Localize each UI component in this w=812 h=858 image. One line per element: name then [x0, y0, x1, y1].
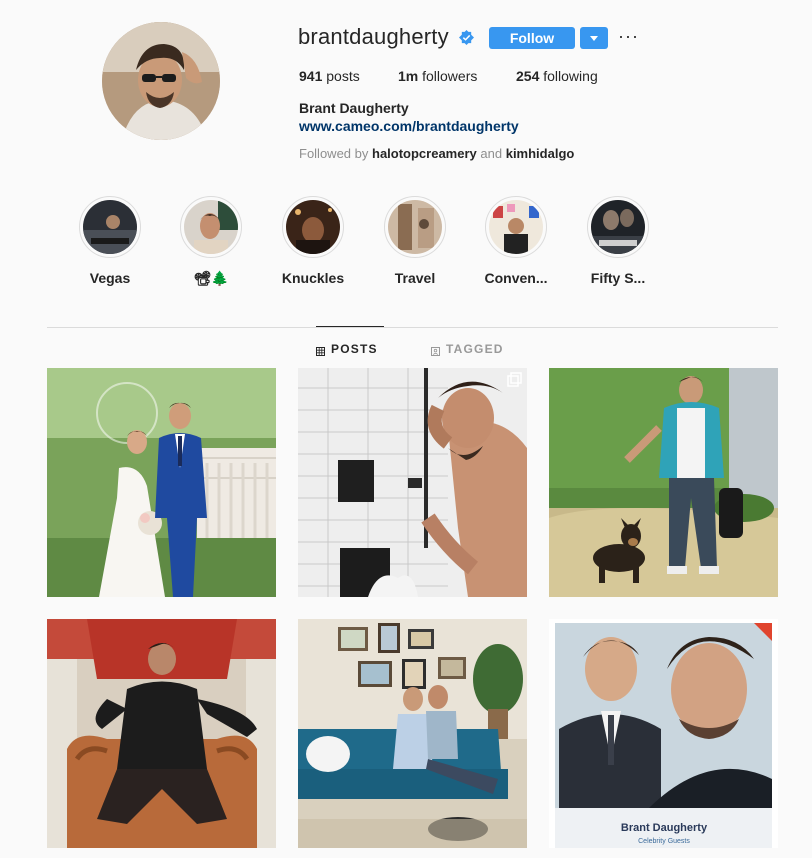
highlight-label: Fifty S...: [590, 270, 646, 286]
follow-button[interactable]: Follow: [489, 27, 575, 49]
highlight-label: Vegas: [89, 270, 131, 286]
following-count: 254: [516, 68, 540, 84]
tab-posts-label: POSTS: [331, 342, 378, 356]
profile-username: brantdaugherty: [298, 24, 449, 49]
followed-by-prefix: Followed by: [299, 146, 369, 161]
active-tab-indicator: [316, 326, 384, 327]
chevron-down-icon: [590, 29, 598, 47]
followed-by-user-2[interactable]: kimhidalgo: [506, 146, 575, 161]
highlight-film-tree[interactable]: 📽🌲: [171, 196, 251, 287]
followed-by-and: and: [480, 146, 503, 161]
highlight-label: Conven...: [484, 270, 548, 286]
verified-badge-icon: [459, 30, 474, 45]
post-thumbnail[interactable]: [298, 619, 527, 848]
posts-label: posts: [326, 68, 360, 84]
highlight-label: Travel: [394, 270, 436, 286]
highlight-convention[interactable]: Conven...: [476, 196, 556, 286]
grid-icon: [316, 345, 325, 356]
more-options-icon[interactable]: ···: [618, 26, 639, 46]
post-thumbnail[interactable]: [298, 368, 527, 597]
promo-subcaption: Celebrity Guests: [638, 838, 690, 845]
tab-tagged[interactable]: TAGGED: [431, 342, 504, 356]
post-thumbnail[interactable]: [47, 619, 276, 848]
profile-full-name: Brant Daugherty: [299, 100, 409, 116]
highlight-travel[interactable]: Travel: [375, 196, 455, 286]
post-thumbnail[interactable]: [549, 368, 778, 597]
followers-stat[interactable]: 1m followers: [398, 68, 477, 84]
highlight-label: Knuckles: [281, 270, 345, 286]
promo-caption: Brant Daugherty: [621, 822, 708, 834]
highlight-fifty-shades[interactable]: Fifty S...: [578, 196, 658, 286]
tab-tagged-label: TAGGED: [446, 342, 504, 356]
profile-avatar[interactable]: [102, 22, 220, 140]
followed-by-user-1[interactable]: halotopcreamery: [372, 146, 477, 161]
followed-by-text: Followed by halotopcreamery and kimhidal…: [299, 146, 574, 161]
tab-posts[interactable]: POSTS: [316, 342, 378, 356]
follow-dropdown-button[interactable]: [580, 27, 608, 49]
post-thumbnail[interactable]: [47, 368, 276, 597]
profile-website-link[interactable]: www.cameo.com/brantdaugherty: [299, 118, 519, 134]
posts-stat: 941 posts: [299, 68, 360, 84]
tabs-divider: [47, 327, 778, 328]
story-highlights: Vegas 📽🌲 Knuckles Travel Conven... Fifty…: [0, 196, 812, 296]
highlight-knuckles[interactable]: Knuckles: [273, 196, 353, 286]
followers-label: followers: [422, 68, 478, 84]
posts-count: 941: [299, 68, 323, 84]
following-label: following: [543, 68, 598, 84]
post-thumbnail[interactable]: Brant Daugherty Celebrity Guests: [549, 619, 778, 848]
followers-count: 1m: [398, 68, 419, 84]
following-stat[interactable]: 254 following: [516, 68, 598, 84]
tagged-icon: [431, 345, 440, 356]
highlight-label: 📽🌲: [193, 270, 229, 286]
highlight-vegas[interactable]: Vegas: [70, 196, 150, 286]
